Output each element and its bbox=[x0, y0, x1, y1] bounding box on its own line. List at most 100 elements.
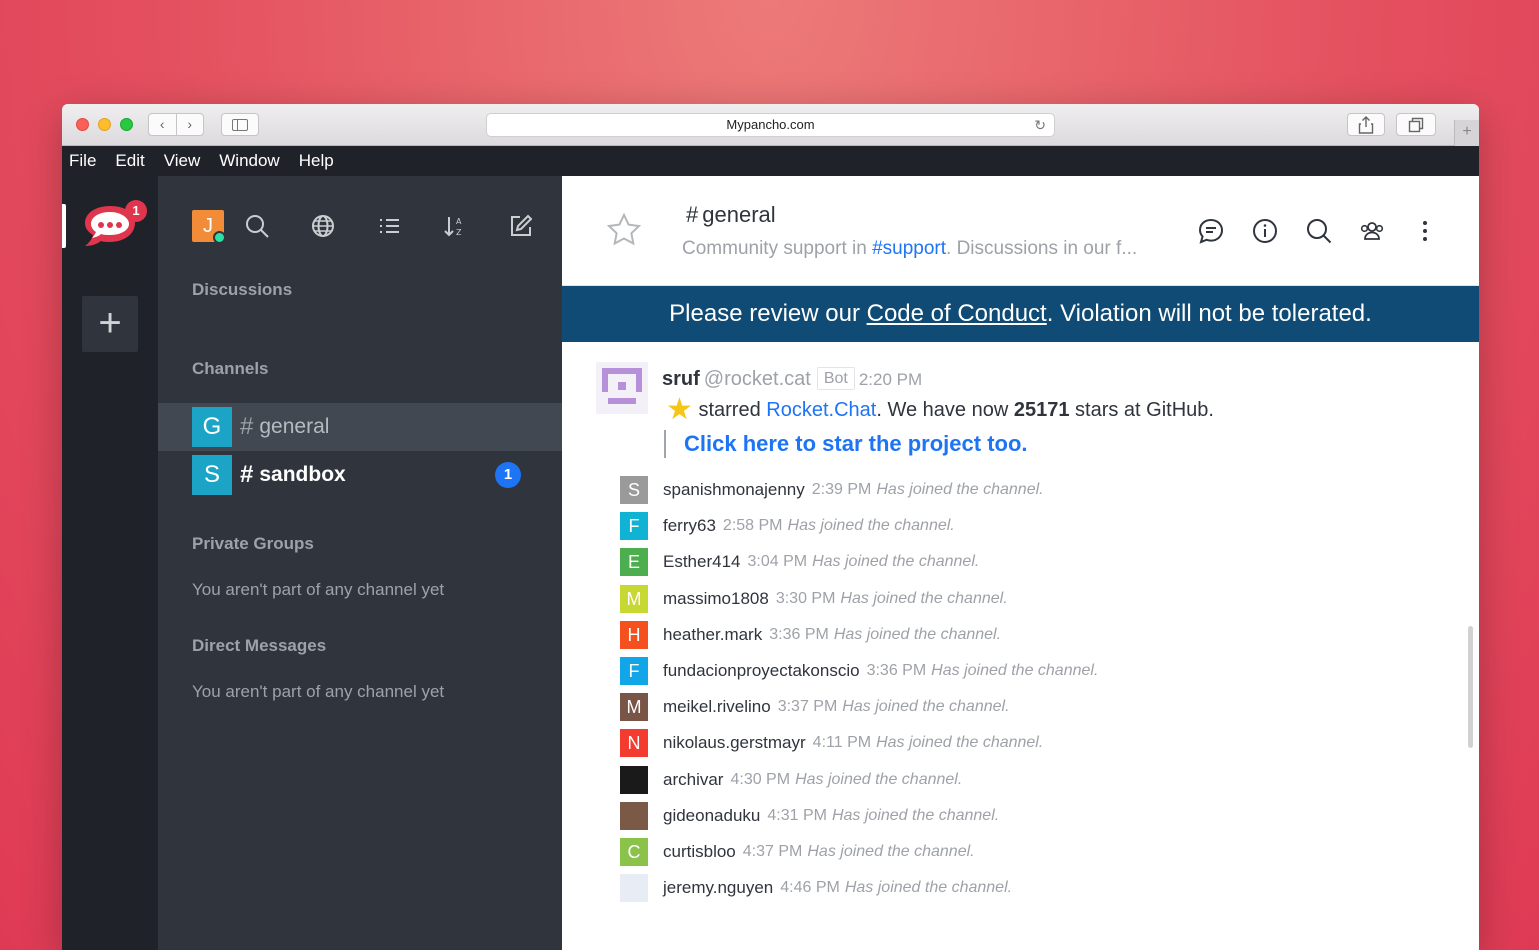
address-bar[interactable]: Mypancho.com ↻ bbox=[486, 113, 1055, 137]
code-of-conduct-link[interactable]: Code of Conduct bbox=[867, 300, 1047, 327]
system-message-text: Has joined the channel. bbox=[842, 698, 1010, 716]
system-message-text: Has joined the channel. bbox=[833, 625, 1002, 643]
sidebar-item-sandbox[interactable]: S # sandbox 1 bbox=[158, 451, 562, 499]
user-avatar[interactable]: H bbox=[620, 620, 648, 649]
forward-icon[interactable]: › bbox=[175, 114, 204, 135]
room-main: # general Community support in #support. … bbox=[562, 176, 1479, 950]
menu-edit[interactable]: Edit bbox=[115, 151, 144, 171]
more-options-icon[interactable] bbox=[1410, 216, 1440, 246]
members-icon[interactable] bbox=[1357, 216, 1387, 246]
search-messages-icon[interactable] bbox=[1304, 216, 1334, 246]
stars-count: 25171 bbox=[1013, 399, 1070, 421]
menu-window[interactable]: Window bbox=[219, 151, 279, 171]
system-message-row: Fferry63 2:58 PM Has joined the channel. bbox=[620, 512, 955, 541]
system-message-text: Has joined the channel. bbox=[831, 806, 1000, 824]
section-title-private-groups: Private Groups bbox=[192, 534, 314, 553]
share-button[interactable] bbox=[1347, 113, 1385, 136]
system-message-row: Hheather.mark 3:36 PM Has joined the chann… bbox=[620, 620, 1002, 649]
user-avatar[interactable]: C bbox=[620, 838, 648, 866]
user-avatar[interactable]: S bbox=[620, 476, 648, 504]
new-tab-button[interactable]: + bbox=[1454, 120, 1479, 146]
system-message-row: Ccurtisbloo 4:37 PM Has joined the channel… bbox=[620, 838, 975, 866]
user-avatar[interactable]: F bbox=[620, 657, 648, 685]
user-avatar[interactable] bbox=[620, 874, 648, 903]
user-avatar[interactable]: M bbox=[620, 584, 648, 613]
announcement-suffix: . Violation will not be tolerated. bbox=[1046, 300, 1372, 327]
sidebar-item-general[interactable]: G # general bbox=[158, 403, 562, 451]
bot-avatar[interactable] bbox=[596, 362, 648, 414]
create-new-icon[interactable] bbox=[508, 213, 534, 239]
discussion-icon[interactable] bbox=[1196, 216, 1226, 246]
system-message-text: Has joined the channel. bbox=[876, 734, 1044, 752]
system-message-row: jeremy.nguyen 4:46 PM Has joined the chann… bbox=[620, 874, 1013, 903]
maximize-window-button[interactable] bbox=[120, 118, 133, 131]
room-name: general bbox=[259, 415, 330, 438]
rocket-chat-link[interactable]: Rocket.Chat bbox=[766, 399, 876, 421]
message-author-username[interactable]: gideonaduku bbox=[663, 806, 760, 826]
topic-support-link[interactable]: #support bbox=[872, 238, 946, 259]
message-author-username[interactable]: nikolaus.gerstmayr bbox=[663, 733, 806, 753]
system-message-text: Has joined the channel. bbox=[840, 589, 1008, 607]
message-author-username[interactable]: meikel.rivelino bbox=[663, 697, 771, 717]
message-time: 4:46 PM bbox=[780, 879, 840, 897]
share-icon bbox=[1358, 115, 1374, 134]
user-avatar[interactable] bbox=[620, 765, 648, 794]
message-author-username[interactable]: archivar bbox=[663, 770, 723, 790]
message-time: 3:36 PM bbox=[769, 625, 829, 643]
menu-file[interactable]: File bbox=[69, 151, 96, 171]
message-text-prefix: starred bbox=[698, 399, 767, 421]
system-message-text: Has joined the channel. bbox=[844, 879, 1013, 897]
section-title-direct-messages: Direct Messages bbox=[192, 636, 327, 655]
menu-view[interactable]: View bbox=[164, 151, 201, 171]
room-topic: Community support in #support. Discussio… bbox=[682, 238, 1137, 260]
info-icon[interactable] bbox=[1250, 216, 1280, 246]
show-tabs-button[interactable] bbox=[1396, 113, 1436, 136]
message-author-username[interactable]: Esther414 bbox=[663, 552, 741, 572]
room-header: # general Community support in #support. … bbox=[562, 176, 1479, 286]
message-author-username[interactable]: jeremy.nguyen bbox=[663, 878, 773, 898]
message-time: 4:11 PM bbox=[812, 734, 872, 752]
menu-help[interactable]: Help bbox=[299, 151, 334, 171]
message-author-username[interactable]: heather.mark bbox=[663, 625, 762, 645]
bot-tag: Bot bbox=[816, 367, 855, 390]
star-project-link[interactable]: Click here to star the project too. bbox=[684, 431, 1028, 456]
svg-text:Z: Z bbox=[456, 228, 462, 237]
message-author-username[interactable]: @rocket.cat bbox=[704, 368, 811, 390]
message-author-username[interactable]: massimo1808 bbox=[663, 589, 769, 609]
user-avatar[interactable]: F bbox=[620, 512, 648, 541]
back-icon[interactable]: ‹ bbox=[149, 114, 176, 135]
message-author-username[interactable]: ferry63 bbox=[663, 516, 716, 536]
svg-text:A: A bbox=[456, 217, 462, 226]
search-icon[interactable] bbox=[244, 213, 270, 239]
announcement-banner[interactable]: Please review our Code of Conduct. Viola… bbox=[562, 286, 1479, 342]
view-mode-list-icon[interactable] bbox=[376, 213, 402, 239]
url-text: Mypancho.com bbox=[726, 117, 815, 132]
empty-direct-messages: You aren't part of any channel yet bbox=[192, 682, 445, 701]
message-scrollbar[interactable] bbox=[1468, 626, 1473, 748]
message-text-mid: . We have now bbox=[876, 399, 1014, 421]
room-title-name: general bbox=[702, 202, 776, 227]
message-author-name[interactable]: sruf bbox=[662, 368, 700, 390]
sidebar-toggle-button[interactable] bbox=[221, 113, 259, 136]
message-author-username[interactable]: fundacionproyectakonscio bbox=[663, 661, 860, 681]
minimize-window-button[interactable] bbox=[98, 118, 111, 131]
user-avatar[interactable]: E bbox=[620, 548, 648, 577]
navigation-buttons: ‹ › bbox=[148, 113, 204, 136]
room-name: sandbox bbox=[259, 463, 346, 486]
message-author-username[interactable]: curtisbloo bbox=[663, 842, 736, 862]
close-window-button[interactable] bbox=[76, 118, 89, 131]
favorite-star-icon[interactable] bbox=[606, 212, 642, 248]
directory-globe-icon[interactable] bbox=[310, 213, 336, 239]
user-avatar[interactable]: N bbox=[620, 729, 648, 758]
user-avatar[interactable]: J bbox=[192, 210, 226, 244]
user-avatar[interactable] bbox=[620, 801, 648, 830]
user-avatar[interactable]: M bbox=[620, 693, 648, 722]
browser-window: ‹ › Mypancho.com ↻ + File Edit View Wind… bbox=[62, 104, 1479, 950]
reload-icon[interactable]: ↻ bbox=[1034, 114, 1046, 136]
system-message-row: Mmassimo1808 3:30 PM Has joined the channe… bbox=[620, 584, 1008, 613]
sort-icon[interactable]: AZ bbox=[442, 213, 468, 239]
message-time: 4:31 PM bbox=[767, 806, 827, 824]
add-server-button[interactable]: + bbox=[82, 296, 138, 352]
message-author-username[interactable]: spanishmonajenny bbox=[663, 480, 805, 500]
announcement-prefix: Please review our bbox=[669, 300, 867, 327]
